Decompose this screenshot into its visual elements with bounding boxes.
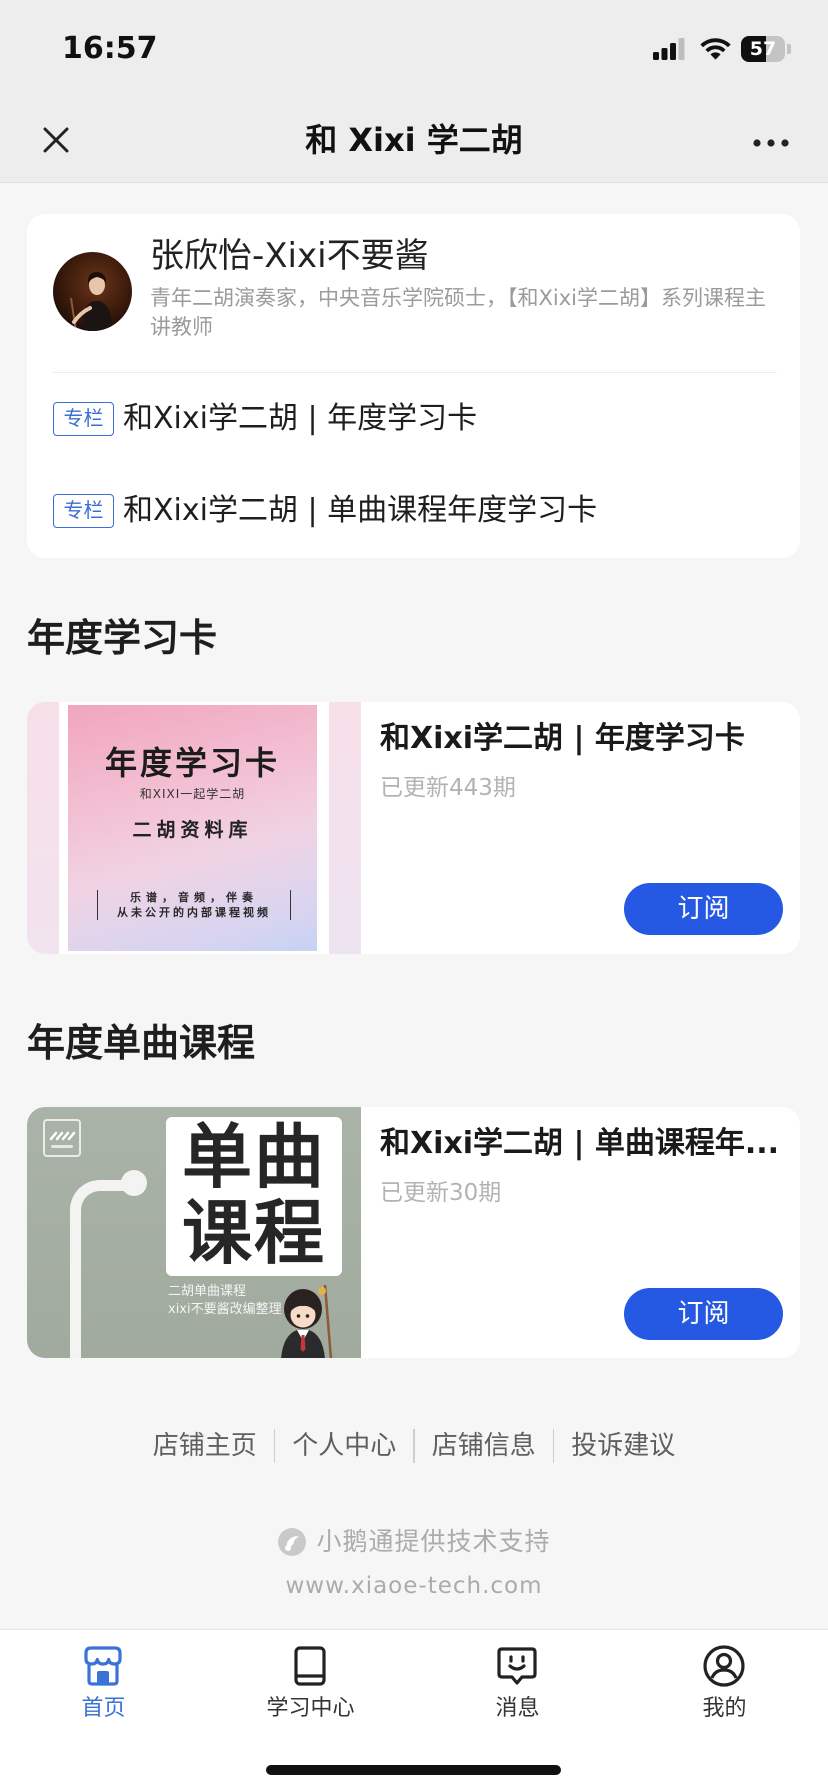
author-name: 张欣怡-Xixi不要酱 bbox=[150, 236, 429, 276]
cover-lamp-post bbox=[70, 1180, 134, 1358]
column-link[interactable]: 专栏 和Xixi学二胡 | 年度学习卡 bbox=[53, 397, 777, 441]
site-url: www.xiaoe-tech.com bbox=[285, 1573, 543, 1599]
status-bar: 16:57 57 bbox=[0, 0, 828, 97]
xiaoe-logo-icon bbox=[277, 1527, 307, 1557]
avatar[interactable] bbox=[53, 252, 132, 331]
product-card[interactable]: 年度学习卡 和XIXI一起学二胡 二胡资料库 乐谱，音频，伴奏 从未公开的内部课… bbox=[27, 702, 800, 954]
product-cover-image: 年度学习卡 和XIXI一起学二胡 二胡资料库 乐谱，音频，伴奏 从未公开的内部课… bbox=[27, 702, 361, 954]
tab-bar: 首页 学习中心 消息 我的 bbox=[0, 1629, 828, 1792]
author-card: 张欣怡-Xixi不要酱 青年二胡演奏家，中央音乐学院硕士，【和Xixi学二胡】系… bbox=[27, 214, 800, 558]
cover-caption: 二胡资料库 bbox=[132, 819, 253, 841]
battery-icon: 57 bbox=[741, 36, 785, 62]
footer-link-personal-center[interactable]: 个人中心 bbox=[292, 1426, 396, 1466]
nav-bar: 和 Xixi 学二胡 bbox=[0, 97, 828, 183]
cover-caption: xixi不要酱改编整理 bbox=[168, 1302, 282, 1317]
wifi-icon bbox=[699, 37, 732, 61]
product-cover-image: 单曲 课程 二胡单曲课程 xixi不要酱改编整理 bbox=[27, 1107, 361, 1358]
footer-separator bbox=[413, 1429, 415, 1463]
cover-board: 单曲 课程 bbox=[166, 1117, 342, 1276]
home-icon bbox=[80, 1643, 126, 1689]
cover-frame-right bbox=[329, 702, 361, 954]
battery-nub bbox=[787, 44, 791, 54]
product-card[interactable]: 单曲 课程 二胡单曲课程 xixi不要酱改编整理 和Xixi学二胡 | 单曲课程… bbox=[27, 1107, 800, 1358]
author-description: 青年二胡演奏家，中央音乐学院硕士，【和Xixi学二胡】系列课程主讲教师 bbox=[150, 286, 766, 339]
more-icon[interactable] bbox=[752, 134, 790, 147]
subscribe-button[interactable]: 订阅 bbox=[624, 883, 783, 935]
tab-learning-center[interactable]: 学习中心 bbox=[207, 1630, 414, 1740]
product-update-count: 已更新443期 bbox=[380, 775, 516, 801]
cover-lamp bbox=[121, 1170, 147, 1196]
column-link[interactable]: 专栏 和Xixi学二胡 | 单曲课程年度学习卡 bbox=[53, 489, 777, 533]
cover-title: 年度学习卡 bbox=[104, 744, 280, 782]
powered-by: 小鹅通提供技术支持 bbox=[0, 1524, 828, 1560]
book-icon bbox=[287, 1643, 333, 1689]
home-indicator[interactable] bbox=[266, 1765, 561, 1775]
column-tag: 专栏 bbox=[53, 402, 114, 436]
page-title: 和 Xixi 学二胡 bbox=[305, 121, 523, 159]
cover-frame-left bbox=[27, 702, 59, 954]
cover-logo-icon bbox=[43, 1119, 81, 1157]
tab-label: 我的 bbox=[702, 1696, 747, 1721]
footer-link-shop-home[interactable]: 店铺主页 bbox=[153, 1426, 257, 1466]
column-title: 和Xixi学二胡 | 单曲课程年度学习卡 bbox=[123, 493, 598, 528]
subscribe-button[interactable]: 订阅 bbox=[624, 1288, 783, 1340]
cover-note: 乐谱，音频，伴奏 bbox=[130, 891, 258, 904]
powered-by-text: 小鹅通提供技术支持 bbox=[316, 1527, 551, 1556]
cover-subtitle: 和XIXI一起学二胡 bbox=[139, 787, 246, 801]
chat-icon bbox=[494, 1643, 540, 1689]
cellular-signal-icon bbox=[653, 38, 685, 60]
product-title: 和Xixi学二胡 | 年度学习卡 bbox=[380, 721, 745, 756]
product-update-count: 已更新30期 bbox=[380, 1180, 502, 1206]
cover-caption: 二胡单曲课程 bbox=[168, 1284, 247, 1299]
section-heading-single-courses: 年度单曲课程 bbox=[27, 1021, 256, 1065]
tab-home[interactable]: 首页 bbox=[0, 1630, 207, 1740]
cover-artwork: 年度学习卡 和XIXI一起学二胡 二胡资料库 乐谱，音频，伴奏 从未公开的内部课… bbox=[68, 705, 317, 951]
tab-label: 学习中心 bbox=[266, 1696, 355, 1721]
tab-profile[interactable]: 我的 bbox=[621, 1630, 828, 1740]
product-title: 和Xixi学二胡 | 单曲课程年... bbox=[380, 1126, 780, 1161]
footer-links: 店铺主页 个人中心 店铺信息 投诉建议 bbox=[0, 1426, 828, 1466]
user-icon bbox=[701, 1643, 747, 1689]
footer-separator bbox=[552, 1429, 555, 1463]
section-heading-annual-card: 年度学习卡 bbox=[27, 616, 218, 660]
cover-notes: 乐谱，音频，伴奏 从未公开的内部课程视频 bbox=[97, 890, 291, 920]
cover-note: 从未公开的内部课程视频 bbox=[117, 906, 271, 919]
cover-big-text: 课程 bbox=[182, 1192, 326, 1274]
footer-link-feedback[interactable]: 投诉建议 bbox=[571, 1426, 675, 1466]
column-title: 和Xixi学二胡 | 年度学习卡 bbox=[123, 401, 478, 436]
footer-separator bbox=[273, 1429, 276, 1463]
status-time: 16:57 bbox=[62, 31, 158, 66]
tab-label: 消息 bbox=[495, 1696, 540, 1721]
tab-label: 首页 bbox=[81, 1696, 126, 1721]
close-icon[interactable] bbox=[42, 126, 70, 154]
column-tag: 专栏 bbox=[53, 494, 114, 528]
footer-link-shop-info[interactable]: 店铺信息 bbox=[432, 1426, 536, 1466]
tab-messages[interactable]: 消息 bbox=[414, 1630, 621, 1740]
cartoon-girl-illustration bbox=[267, 1279, 347, 1358]
divider bbox=[53, 372, 777, 373]
battery-level: 57 bbox=[749, 38, 777, 60]
cover-big-text: 单曲 bbox=[182, 1116, 326, 1198]
